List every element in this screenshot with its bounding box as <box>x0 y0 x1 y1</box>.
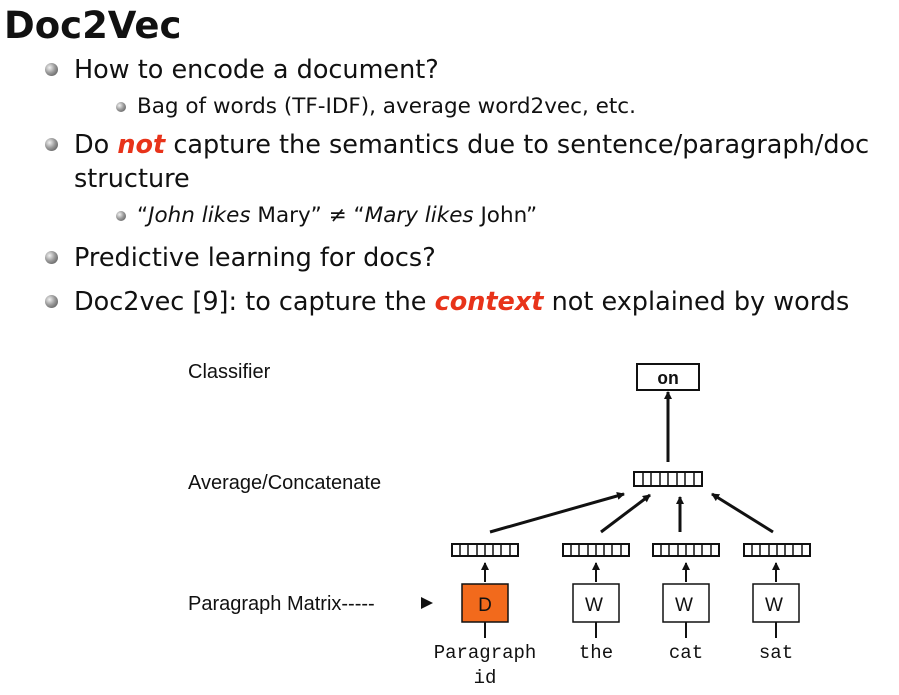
doc2vec-diagram: Classifier Average/Concatenate Paragraph… <box>188 361 811 689</box>
input-paragraph: Paragraph <box>434 642 537 664</box>
label-paragraph-matrix: Paragraph Matrix----- <box>188 593 375 615</box>
word-matrix-label-sat: W <box>765 595 783 616</box>
label-average-concatenate: Average/Concatenate <box>188 472 381 494</box>
word-vector-cat <box>652 543 720 557</box>
input-sat: sat <box>759 642 793 664</box>
label-classifier: Classifier <box>188 361 271 383</box>
word-matrix-label-the: W <box>585 595 603 616</box>
word-matrix-label-cat: W <box>675 595 693 616</box>
output-word: on <box>657 370 679 390</box>
document-matrix-label: D <box>478 595 492 616</box>
word-vector-the <box>562 543 630 557</box>
arrow-sat-to-average <box>711 492 774 534</box>
input-id: id <box>474 667 497 689</box>
arrow-the-to-average <box>600 493 651 534</box>
paragraph-vector <box>451 543 519 557</box>
input-cat: cat <box>669 642 703 664</box>
paragraph-matrix-arrowhead <box>421 597 433 609</box>
input-the: the <box>579 642 613 664</box>
averaged-vector <box>633 471 703 487</box>
word-vector-sat <box>743 543 811 557</box>
arrow-paragraph-to-average <box>489 492 625 534</box>
